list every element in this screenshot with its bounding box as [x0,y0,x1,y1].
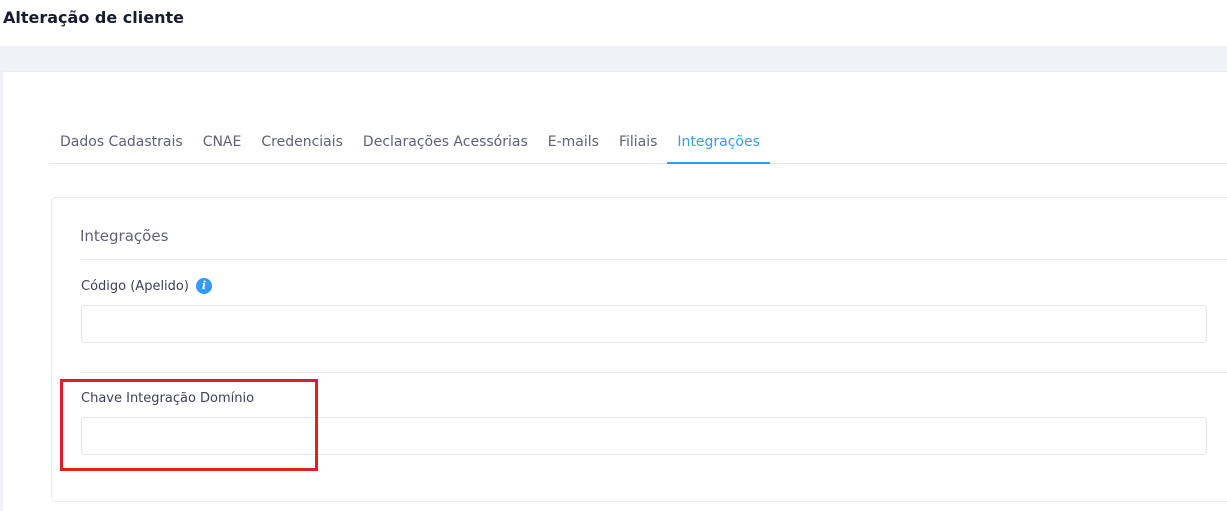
info-icon[interactable]: i [195,278,212,294]
page-header: Alteração de cliente [0,0,1227,46]
integrations-panel [51,197,1227,502]
panel-title-divider [81,259,1227,260]
codigo-apelido-label: Código (Apelido) i [81,278,212,294]
tab-declaracoes-acessorias[interactable]: Declarações Acessórias [353,120,538,164]
tab-bar: Dados Cadastrais CNAE Credenciais Declar… [50,120,1227,164]
chave-integracao-input[interactable] [81,417,1207,455]
tab-cnae[interactable]: CNAE [193,120,252,164]
field-divider [81,372,1227,373]
panel-title: Integrações [80,227,169,245]
codigo-apelido-input[interactable] [81,305,1207,343]
tab-emails[interactable]: E-mails [538,120,609,164]
tab-integracoes[interactable]: Integrações [667,120,770,164]
page-title: Alteração de cliente [3,8,184,27]
tab-dados-cadastrais[interactable]: Dados Cadastrais [50,120,193,164]
tab-credenciais[interactable]: Credenciais [251,120,353,164]
chave-integracao-label-text: Chave Integração Domínio [81,391,255,406]
tab-filiais[interactable]: Filiais [609,120,667,164]
chave-integracao-label: Chave Integração Domínio [81,391,254,406]
codigo-apelido-label-text: Código (Apelido) [81,278,189,294]
